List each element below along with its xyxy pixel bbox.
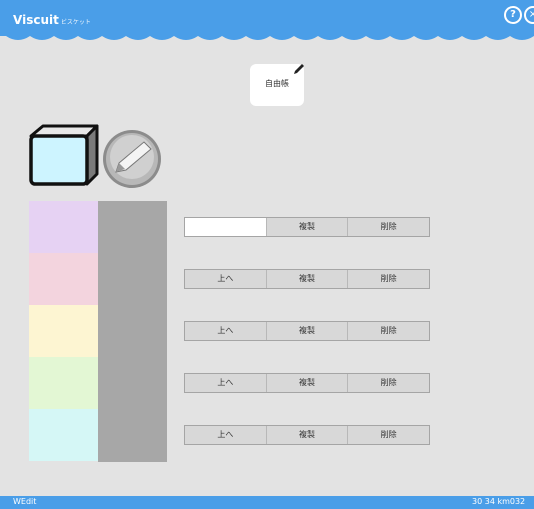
move-up-button[interactable]: 上へ bbox=[185, 322, 267, 340]
footer-right-text: 30 34 km032 bbox=[472, 497, 526, 506]
app-subtitle: ビスケット bbox=[60, 19, 91, 26]
color-swatch[interactable] bbox=[29, 201, 98, 253]
color-swatch[interactable] bbox=[29, 305, 98, 357]
button-row-2: 上へ 複製 削除 bbox=[184, 269, 430, 289]
pencil-icon bbox=[294, 64, 304, 74]
copy-button[interactable]: 複製 bbox=[267, 218, 349, 236]
app-logo: Viscuit ビスケット bbox=[13, 13, 91, 27]
footer-bar: WEdit 30 34 km032 bbox=[0, 496, 534, 509]
color-swatch[interactable] bbox=[29, 253, 98, 305]
delete-button[interactable]: 削除 bbox=[348, 270, 429, 288]
header-wave bbox=[0, 28, 534, 40]
color-palette bbox=[29, 201, 98, 462]
help-icon[interactable]: ? bbox=[504, 6, 522, 24]
button-row-5: 上へ 複製 削除 bbox=[184, 425, 430, 445]
copy-button[interactable]: 複製 bbox=[267, 322, 349, 340]
button-row-1: 複製 削除 bbox=[184, 217, 430, 237]
color-swatch[interactable] bbox=[29, 357, 98, 409]
app-name: Viscuit bbox=[13, 13, 59, 27]
blank-cell bbox=[185, 218, 267, 236]
pen-icon[interactable] bbox=[98, 128, 166, 190]
footer-left-text: WEdit bbox=[13, 497, 37, 506]
color-swatch[interactable] bbox=[29, 409, 98, 461]
move-up-button[interactable]: 上へ bbox=[185, 426, 267, 444]
close-icon[interactable]: × bbox=[524, 6, 534, 24]
notebook-label: 自由帳 bbox=[265, 79, 289, 88]
copy-button[interactable]: 複製 bbox=[267, 374, 349, 392]
program-area[interactable] bbox=[98, 201, 167, 462]
delete-button[interactable]: 削除 bbox=[348, 322, 429, 340]
delete-button[interactable]: 削除 bbox=[348, 218, 429, 236]
delete-button[interactable]: 削除 bbox=[348, 426, 429, 444]
move-up-button[interactable]: 上へ bbox=[185, 270, 267, 288]
copy-button[interactable]: 複製 bbox=[267, 426, 349, 444]
box-icon[interactable] bbox=[27, 122, 99, 188]
copy-button[interactable]: 複製 bbox=[267, 270, 349, 288]
button-row-4: 上へ 複製 削除 bbox=[184, 373, 430, 393]
button-row-3: 上へ 複製 削除 bbox=[184, 321, 430, 341]
delete-button[interactable]: 削除 bbox=[348, 374, 429, 392]
move-up-button[interactable]: 上へ bbox=[185, 374, 267, 392]
